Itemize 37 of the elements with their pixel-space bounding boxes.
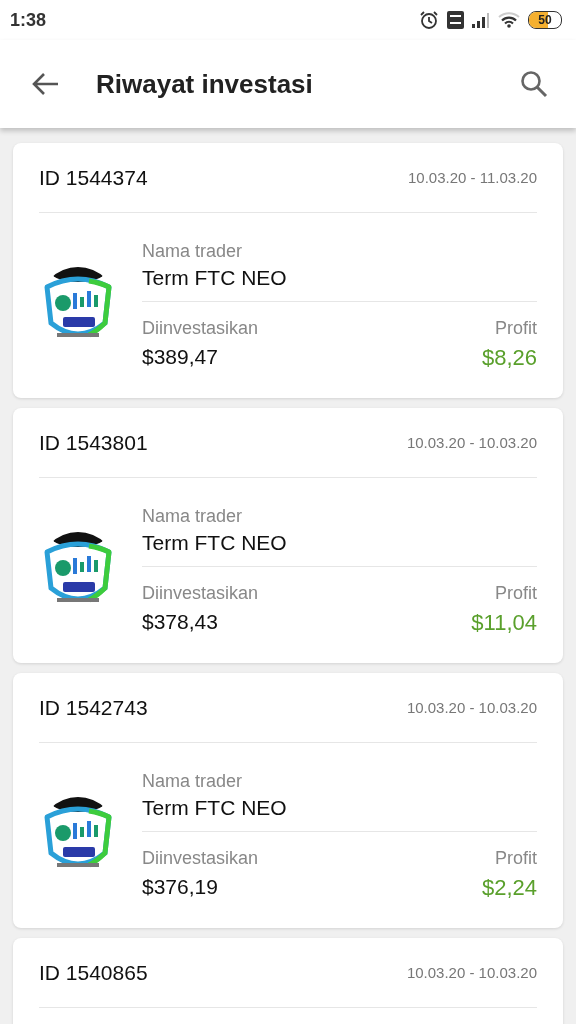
date-range: 10.03.20 - 11.03.20 — [408, 169, 537, 186]
investment-id: ID 1540865 — [39, 960, 148, 985]
back-arrow-icon[interactable] — [32, 72, 60, 96]
invested-amount: $378,43 — [142, 610, 219, 634]
invested-label: Diinvestasikan — [142, 583, 259, 604]
date-range: 10.03.20 - 10.03.20 — [406, 699, 537, 716]
trader-name: Term FTC NEO — [142, 266, 288, 290]
invested-amount: $389,47 — [142, 345, 219, 369]
invested-amount: $376,19 — [142, 875, 219, 899]
trader-label: Nama trader — [142, 506, 244, 527]
trader-name: Term FTC NEO — [142, 796, 288, 820]
profit-label: Profit — [495, 583, 537, 604]
wifi-icon — [498, 12, 520, 28]
screen-title: Riwayat investasi — [96, 68, 314, 100]
profit-amount: $2,24 — [481, 875, 537, 901]
invested-label: Diinvestasikan — [142, 848, 259, 869]
date-range: 10.03.20 - 10.03.20 — [406, 964, 537, 981]
trader-label: Nama trader — [142, 771, 244, 792]
signal-icon — [472, 12, 490, 28]
status-time: 1:38 — [10, 9, 47, 31]
profit-amount: $11,04 — [471, 610, 537, 636]
investment-id: ID 1543801 — [39, 430, 148, 455]
investment-card[interactable]: ID 1540865 10.03.20 - 10.03.20 — [13, 938, 563, 1024]
investment-id: ID 1542743 — [39, 695, 148, 720]
invested-label: Diinvestasikan — [142, 318, 259, 339]
investment-id: ID 1544374 — [39, 165, 148, 190]
date-range: 10.03.20 - 10.03.20 — [406, 434, 537, 451]
profit-amount: $8,26 — [481, 345, 537, 371]
investment-card[interactable]: ID 1542743 10.03.20 - 10.03.20 Nama trader Term FTC NEO Diinvestasikan $376,19 Profit $2,24 — [13, 673, 563, 928]
profit-label: Profit — [495, 848, 537, 869]
search-icon[interactable] — [520, 70, 548, 98]
investment-card[interactable]: ID 1543801 10.03.20 - 10.03.20 Nama trader Term FTC NEO Diinvestasikan $378,43 Profit $11,04 — [13, 408, 563, 663]
investment-card[interactable]: ID 1544374 10.03.20 - 11.03.20 Nama trader Term FTC NEO Diinvestasikan $389,47 Profit $8,26 — [13, 143, 563, 398]
alarm-clock-icon — [419, 10, 439, 30]
profit-label: Profit — [495, 318, 537, 339]
trader-label: Nama trader — [142, 241, 244, 262]
trader-name: Term FTC NEO — [142, 531, 288, 555]
